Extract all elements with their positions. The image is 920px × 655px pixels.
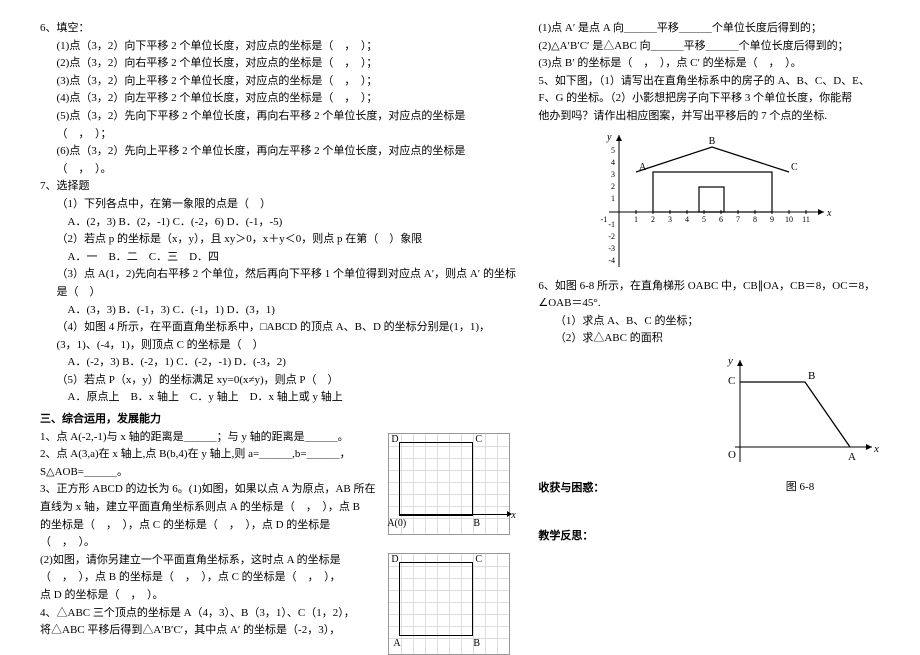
q7-5-opts: A．原点上 B．x 轴上 C．y 轴上 D．x 轴上或 y 轴上	[40, 389, 518, 407]
q6b: （1）求点 A、B、C 的坐标；	[538, 313, 880, 331]
svg-text:A: A	[639, 162, 647, 173]
svg-text:4: 4	[685, 215, 689, 224]
svg-text:A: A	[848, 451, 856, 463]
svg-text:-2: -2	[608, 232, 615, 241]
svg-text:5: 5	[611, 146, 615, 155]
figure-square-1: /*grid drawn below*/ D C A(0) B x	[388, 433, 510, 535]
q6-title: 6、填空：	[40, 20, 518, 38]
svg-text:3: 3	[668, 215, 672, 224]
svg-text:4: 4	[611, 158, 615, 167]
svg-text:8: 8	[753, 215, 757, 224]
sec3-q4a: 4、△ABC 三个顶点的坐标是 A（4，3）、B（3，1）、C（1，2），	[40, 605, 380, 623]
q7-3-opts: A．(3，3) B．(-1，3) C．(-1，1) D．(3，1)	[40, 302, 518, 320]
sec3-title: 三、综合运用，发展能力	[40, 411, 518, 429]
sec3-q3c: 的坐标是（ ， ），点 C 的坐标是（ ， ），点 D 的坐标是	[40, 517, 380, 535]
svg-text:B: B	[709, 136, 716, 147]
sec3-q3d: （ ， ）。	[40, 534, 380, 552]
sec3-q3g: 点 D 的坐标是（ ， ）。	[40, 587, 380, 605]
q6a: 6、如图 6-8 所示，在直角梯形 OABC 中，CB∥OA，CB＝8，OC＝8…	[538, 278, 880, 313]
figure-square-2: D C A B	[388, 553, 510, 655]
svg-text:1: 1	[634, 215, 638, 224]
figure-house: x y -1 1234567891011 12345 -1-2-3-4 A B …	[589, 132, 829, 272]
svg-text:-3: -3	[608, 244, 615, 253]
r2: (2)△A′B′C′ 是△ABC 向＿＿＿平移＿＿＿个单位长度后得到的；	[538, 38, 880, 56]
svg-text:2: 2	[651, 215, 655, 224]
svg-text:6: 6	[719, 215, 723, 224]
svg-text:C: C	[791, 162, 798, 173]
svg-text:-4: -4	[608, 256, 615, 265]
sec3-q3b: 直线为 x 轴，建立平面直角坐标系则点 A 的坐标是（ ， ），点 B	[40, 499, 380, 517]
q7-1: （1）下列各点中，在第一象限的点是（ ）	[40, 196, 518, 214]
sec3-q3e: (2)如图，请你另建立一个平面直角坐标系，这时点 A 的坐标是	[40, 552, 380, 570]
svg-text:O: O	[728, 449, 736, 461]
sec3-q3f: （ ， ），点 B 的坐标是（ ， ），点 C 的坐标是（ ， ），	[40, 569, 380, 587]
q7-4: （4）如图 4 所示，在平面直角坐标系中，□ABCD 的顶点 A、B、D 的坐标…	[40, 319, 518, 337]
q6-2: (2)点（3，2）向右平移 2 个单位长度，对应点的坐标是（ ， ）；	[40, 55, 518, 73]
r1: (1)点 A′ 是点 A 向＿＿＿平移＿＿＿个单位长度后得到的；	[538, 20, 880, 38]
sec3-q4b: 将△ABC 平移后得到△A′B′C′，其中点 A′ 的坐标是（-2，3），	[40, 622, 380, 640]
sec3-q2a: 2、点 A(3,a)在 x 轴上,点 B(b,4)在 y 轴上,则 a=＿＿＿,…	[40, 446, 380, 464]
svg-text:C: C	[728, 375, 735, 387]
q7-2-opts: A．一 B．二 C．三 D．四	[40, 249, 518, 267]
svg-text:-1: -1	[601, 215, 608, 224]
q6-6: (6)点（3，2）先向上平移 2 个单位长度，再向左平移 2 个单位长度，对应点…	[40, 143, 518, 178]
q6-4: (4)点（3，2）向左平移 2 个单位长度，对应点的坐标是（ ， ）；	[40, 90, 518, 108]
q7-title: 7、选择题	[40, 178, 518, 196]
q7-1-opts: A．(2，3) B．(2，-1) C．(-2，6) D．(-1，-5)	[40, 214, 518, 232]
q5a: 5、如下图，（1）请写出在直角坐标系中的房子的 A、B、C、D、E、	[538, 73, 880, 91]
q7-2: （2）若点 p 的坐标是（x，y），且 xy＞0，x＋y＜0，则点 p 在第（ …	[40, 231, 518, 249]
svg-text:2: 2	[611, 182, 615, 191]
figure-trapezoid: x y O C B A 图 6-8	[720, 352, 880, 472]
svg-text:x: x	[873, 443, 879, 455]
svg-text:x: x	[826, 208, 832, 219]
svg-text:B: B	[808, 370, 815, 382]
q7-5: （5）若点 P（x，y）的坐标满足 xy=0(x≠y)，则点 P（ ）	[40, 372, 518, 390]
q7-3: （3）点 A(1，2)先向右平移 2 个单位，然后再向下平移 1 个单位得到对应…	[40, 266, 518, 301]
q5b: F、G 的坐标。（2）小影想把房子向下平移 3 个单位长度，你能帮	[538, 90, 880, 108]
q6-5: (5)点（3，2）先向下平移 2 个单位长度，再向右平移 2 个单位长度，对应点…	[40, 108, 518, 143]
q7-4-opts: A．(-2，3) B．(-2，1) C．(-2，-1) D．(-3，2)	[40, 354, 518, 372]
q6-1: (1)点（3，2）向下平移 2 个单位长度，对应点的坐标是（ ， ）；	[40, 38, 518, 56]
svg-text:5: 5	[702, 215, 706, 224]
svg-text:7: 7	[736, 215, 740, 224]
q5c: 他办到吗？请作出相应图案，并写出平移后的 7 个点的坐标.	[538, 108, 880, 126]
svg-text:10: 10	[785, 215, 793, 224]
svg-text:9: 9	[770, 215, 774, 224]
sec3-q1: 1、点 A(-2,-1)与 x 轴的距离是＿＿＿；与 y 轴的距离是＿＿＿。	[40, 429, 380, 447]
svg-text:11: 11	[802, 215, 810, 224]
svg-text:1: 1	[611, 194, 615, 203]
reflect-title: 教学反思：	[538, 528, 880, 546]
sec3-q3a: 3、正方形 ABCD 的边长为 6。(1)如图，如果以点 A 为原点，AB 所在	[40, 481, 380, 499]
svg-text:y: y	[727, 355, 733, 367]
r3: (3)点 B′ 的坐标是（ ， ），点 C′ 的坐标是（ ， ）。	[538, 55, 880, 73]
svg-text:y: y	[606, 132, 612, 143]
svg-text:-1: -1	[608, 220, 615, 229]
q6-3: (3)点（3，2）向上平移 2 个单位长度，对应点的坐标是（ ， ）；	[40, 73, 518, 91]
fig68-caption: 图 6-8	[720, 479, 880, 497]
svg-text:3: 3	[611, 170, 615, 179]
q7-4b: (3，1)、(-4，1)，则顶点 C 的坐标是（ ）	[40, 337, 518, 355]
q6c: （2）求△ABC 的面积	[538, 330, 880, 348]
sec3-q2b: S△AOB=＿＿＿。	[40, 464, 380, 482]
